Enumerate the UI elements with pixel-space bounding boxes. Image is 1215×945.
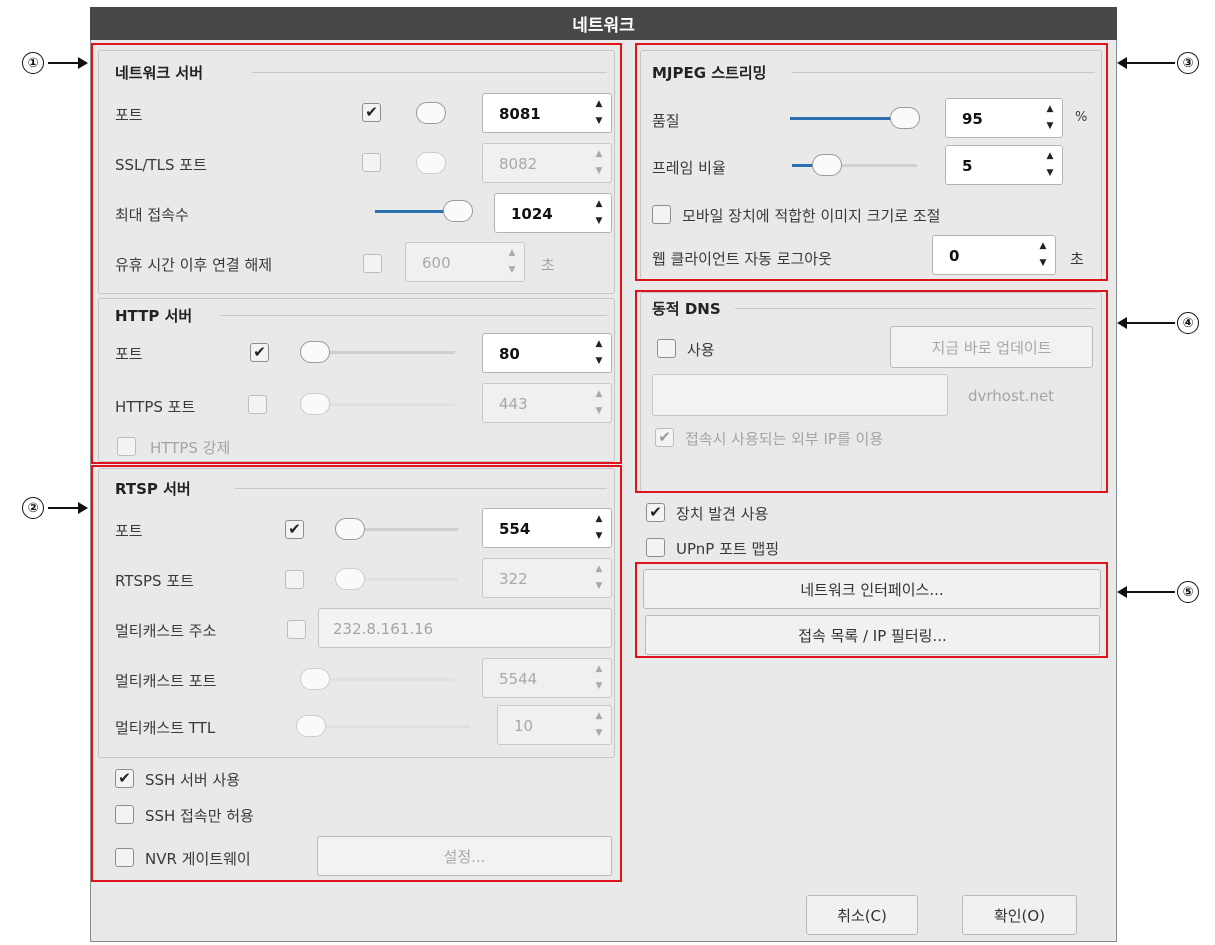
check-icon: ✔ [649,503,662,521]
callout-arrow-line [1127,322,1175,324]
callout-4: ④ [1177,312,1199,334]
arrow-left-icon [1117,317,1127,329]
ok-button[interactable]: 확인(O) [962,895,1077,935]
arrow-left-icon [1117,586,1127,598]
arrow-right-icon [78,502,88,514]
highlight-box-3 [635,43,1108,281]
callout-1: ① [22,52,44,74]
device-discovery-label: 장치 발견 사용 [676,505,769,523]
callout-2: ② [22,497,44,519]
callout-5: ⑤ [1177,581,1199,603]
highlight-box-2 [91,465,622,882]
callout-arrow-line [48,62,78,64]
upnp-checkbox[interactable] [646,538,665,557]
callout-arrow-line [48,507,78,509]
cancel-button[interactable]: 취소(C) [806,895,918,935]
arrow-right-icon [78,57,88,69]
callout-3: ③ [1177,52,1199,74]
callout-arrow-line [1127,591,1175,593]
arrow-left-icon [1117,57,1127,69]
highlight-box-4 [635,290,1108,493]
highlight-box-1 [91,43,622,464]
highlight-box-5 [635,562,1108,658]
upnp-label: UPnP 포트 맵핑 [676,540,780,558]
device-discovery-checkbox[interactable]: ✔ [646,503,665,522]
callout-arrow-line [1127,62,1175,64]
window-title: 네트워크 [90,7,1117,40]
